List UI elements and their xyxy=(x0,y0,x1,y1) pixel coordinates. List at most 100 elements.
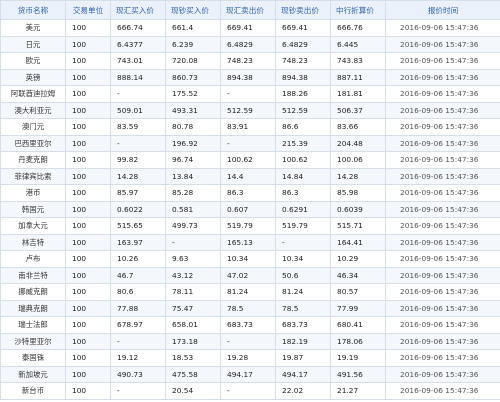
cash-buy-cell: 9.63 xyxy=(165,250,221,268)
trade-unit-cell: 100 xyxy=(65,266,111,284)
currency-name-cell: 挪威克朗 xyxy=(0,283,66,301)
trade-unit-cell: 100 xyxy=(65,365,111,383)
spot-sell-cell: 519.79 xyxy=(220,217,276,235)
boc-rate-cell: 6.445 xyxy=(330,35,386,53)
boc-rate-cell: 515.71 xyxy=(330,217,386,235)
spot-sell-cell: 512.59 xyxy=(220,101,276,119)
quote-time-cell: 2016-09-06 15:47:36 xyxy=(385,349,500,367)
table-row: 澳大利亚元 100 509.01 493.31 512.59 512.59 506.37 20… xyxy=(0,101,500,119)
cash-buy-cell: - xyxy=(165,233,221,251)
table-row: 美元 100 666.74 661.4 669.41 669.41 666.76 2016-0… xyxy=(0,19,500,37)
cash-buy-cell: 499.73 xyxy=(165,217,221,235)
quote-time-cell: 2016-09-06 15:47:36 xyxy=(385,332,500,350)
currency-name-cell: 新台币 xyxy=(0,382,66,400)
table-row: 卢布 100 10.26 9.63 10.34 10.34 10.29 2016-09-06 … xyxy=(0,250,500,268)
trade-unit-cell: 100 xyxy=(65,332,111,350)
spot-sell-cell: 0.607 xyxy=(220,200,276,218)
table-row: 南非兰特 100 46.7 43.12 47.02 50.6 46.34 2016-09-06… xyxy=(0,266,500,284)
cash-sell-cell: 19.87 xyxy=(275,349,331,367)
currency-name-cell: 新加坡元 xyxy=(0,365,66,383)
cash-sell-cell: 215.39 xyxy=(275,134,331,152)
boc-rate-cell: 10.29 xyxy=(330,250,386,268)
boc-rate-cell: 178.06 xyxy=(330,332,386,350)
quote-time-cell: 2016-09-06 15:47:36 xyxy=(385,134,500,152)
cash-buy-cell: 175.52 xyxy=(165,85,221,103)
boc-rate-cell: 77.99 xyxy=(330,299,386,317)
table-row: 菲律宾比索 100 14.28 13.84 14.4 14.84 14.28 2016-09-… xyxy=(0,167,500,185)
cash-buy-cell: 658.01 xyxy=(165,316,221,334)
cash-buy-cell: 75.47 xyxy=(165,299,221,317)
spot-buy-cell: 46.7 xyxy=(110,266,166,284)
column-header: 报价时间 xyxy=(385,0,500,20)
table-row: 日元 100 6.4377 6.239 6.4829 6.4829 6.445 2016-09… xyxy=(0,35,500,53)
quote-time-cell: 2016-09-06 15:47:36 xyxy=(385,19,500,37)
currency-name-cell: 泰国铢 xyxy=(0,349,66,367)
quote-time-cell: 2016-09-06 15:47:36 xyxy=(385,118,500,136)
cash-sell-cell: 86.6 xyxy=(275,118,331,136)
cash-buy-cell: 720.08 xyxy=(165,52,221,70)
spot-sell-cell: 83.91 xyxy=(220,118,276,136)
table-row: 新台币 100-20.54-22.02 21.27 2016-09-06 15:47:… xyxy=(0,382,500,400)
spot-sell-cell: 19.28 xyxy=(220,349,276,367)
currency-name-cell: 加拿大元 xyxy=(0,217,66,235)
quote-time-cell: 2016-09-06 15:47:36 xyxy=(385,167,500,185)
spot-buy-cell: 509.01 xyxy=(110,101,166,119)
spot-sell-cell: - xyxy=(220,332,276,350)
currency-name-cell: 瑞典克朗 xyxy=(0,299,66,317)
column-header: 现汇卖出价 xyxy=(220,0,276,20)
boc-rate-cell: 666.76 xyxy=(330,19,386,37)
cash-buy-cell: 6.239 xyxy=(165,35,221,53)
table-row: 瑞士法郎 100 678.97 658.01 683.73 683.73 680.41 201… xyxy=(0,316,500,334)
exchange-rate-table: 货币名称 交易单位 现汇买入价 现钞买入价 现汇卖出价 现钞卖出价 中行折算价 报价时间 美元… xyxy=(0,0,500,400)
boc-rate-cell: 887.11 xyxy=(330,68,386,86)
cash-sell-cell: 494.17 xyxy=(275,365,331,383)
cash-sell-cell: 0.6291 xyxy=(275,200,331,218)
trade-unit-cell: 100 xyxy=(65,19,111,37)
table-row: 丹麦克朗 100 99.82 96.74 100.62 100.62 100.06 2016-… xyxy=(0,151,500,169)
table-row: 沙特里亚尔 100-173.18-182.19 178.06 2016-09-06 1… xyxy=(0,332,500,350)
spot-sell-cell: 47.02 xyxy=(220,266,276,284)
trade-unit-cell: 100 xyxy=(65,85,111,103)
table-row: 英镑 100 888.14 860.73 894.38 894.38 887.11 2016-… xyxy=(0,68,500,86)
spot-sell-cell: 6.4829 xyxy=(220,35,276,53)
spot-sell-cell: - xyxy=(220,134,276,152)
trade-unit-cell: 100 xyxy=(65,283,111,301)
cash-sell-cell: 6.4829 xyxy=(275,35,331,53)
spot-buy-cell: 515.65 xyxy=(110,217,166,235)
quote-time-cell: 2016-09-06 15:47:36 xyxy=(385,184,500,202)
quote-time-cell: 2016-09-06 15:47:36 xyxy=(385,200,500,218)
cash-sell-cell: 894.38 xyxy=(275,68,331,86)
currency-name-cell: 南非兰特 xyxy=(0,266,66,284)
boc-rate-cell: 14.28 xyxy=(330,167,386,185)
currency-name-cell: 英镑 xyxy=(0,68,66,86)
cash-buy-cell: 661.4 xyxy=(165,19,221,37)
currency-name-cell: 林吉特 xyxy=(0,233,66,251)
quote-time-cell: 2016-09-06 15:47:36 xyxy=(385,85,500,103)
spot-buy-cell: 77.88 xyxy=(110,299,166,317)
cash-buy-cell: 43.12 xyxy=(165,266,221,284)
spot-buy-cell: 666.74 xyxy=(110,19,166,37)
table-header-row: 货币名称 交易单位 现汇买入价 现钞买入价 现汇卖出价 现钞卖出价 中行折算价 报价时间 xyxy=(0,0,500,20)
boc-rate-cell: 100.06 xyxy=(330,151,386,169)
cash-buy-cell: 20.54 xyxy=(165,382,221,400)
spot-buy-cell: 85.97 xyxy=(110,184,166,202)
currency-name-cell: 沙特里亚尔 xyxy=(0,332,66,350)
spot-sell-cell: 669.41 xyxy=(220,19,276,37)
boc-rate-cell: 85.98 xyxy=(330,184,386,202)
trade-unit-cell: 100 xyxy=(65,118,111,136)
cash-sell-cell: 14.84 xyxy=(275,167,331,185)
spot-buy-cell: 888.14 xyxy=(110,68,166,86)
cash-buy-cell: 173.18 xyxy=(165,332,221,350)
spot-sell-cell: 165.13 xyxy=(220,233,276,251)
trade-unit-cell: 100 xyxy=(65,382,111,400)
trade-unit-cell: 100 xyxy=(65,35,111,53)
trade-unit-cell: 100 xyxy=(65,250,111,268)
currency-name-cell: 欧元 xyxy=(0,52,66,70)
trade-unit-cell: 100 xyxy=(65,316,111,334)
spot-buy-cell: 14.28 xyxy=(110,167,166,185)
column-header: 现钞买入价 xyxy=(165,0,221,20)
cash-buy-cell: 18.53 xyxy=(165,349,221,367)
table-row: 阿联酋迪拉姆 100-175.52-188.26 181.81 2016-09-06 … xyxy=(0,85,500,103)
spot-sell-cell: - xyxy=(220,85,276,103)
currency-name-cell: 巴西里亚尔 xyxy=(0,134,66,152)
